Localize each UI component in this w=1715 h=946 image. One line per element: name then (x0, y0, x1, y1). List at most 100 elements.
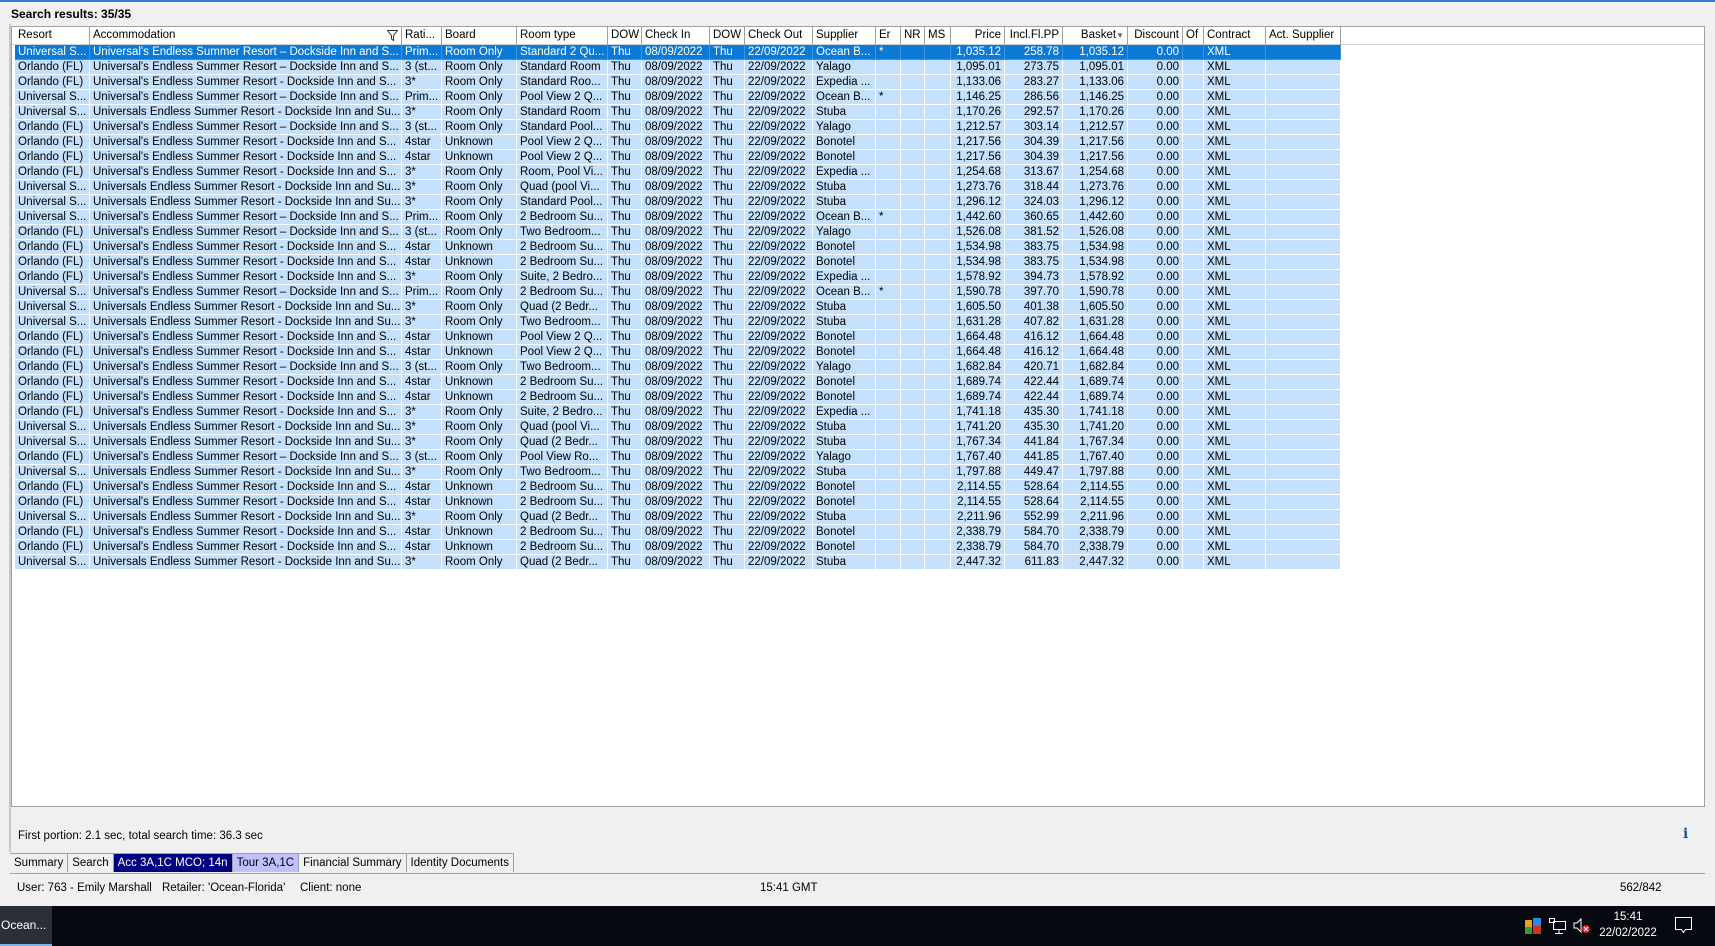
cell-check-in: 08/09/2022 (642, 255, 710, 270)
table-row[interactable]: Universal S... Universals Endless Summer … (12, 465, 1341, 480)
cell-of (1183, 165, 1204, 180)
cell-dow-out: Thu (710, 105, 745, 120)
table-row[interactable]: Orlando (FL) Universal's Endless Summer R… (12, 165, 1341, 180)
column-header-dow-out[interactable]: DOW (710, 27, 745, 45)
volume-muted-icon[interactable] (1573, 917, 1591, 937)
table-row[interactable]: Universal S... Universals Endless Summer … (12, 195, 1341, 210)
cell-basket: 1,442.60 (1063, 210, 1128, 225)
tab-identity-documents[interactable]: Identity Documents (406, 854, 514, 872)
tab-tour[interactable]: Tour 3A,1C (232, 854, 300, 872)
table-row[interactable]: Orlando (FL) Universal's Endless Summer R… (12, 240, 1341, 255)
cell-check-out: 22/09/2022 (745, 345, 813, 360)
cell-price: 1,682.84 (951, 360, 1005, 375)
table-row[interactable]: Orlando (FL) Universal's Endless Summer R… (12, 495, 1341, 510)
table-row[interactable]: Orlando (FL) Universal's Endless Summer R… (12, 330, 1341, 345)
cell-check-out: 22/09/2022 (745, 480, 813, 495)
taskbar-clock[interactable]: 15:41 22/02/2022 (1596, 909, 1660, 941)
table-row[interactable]: Universal S... Universals Endless Summer … (12, 435, 1341, 450)
column-header-er[interactable]: Er (876, 27, 901, 45)
cell-dow-in: Thu (608, 360, 642, 375)
column-header-check-in[interactable]: Check In (642, 27, 710, 45)
cell-basket: 1,689.74 (1063, 390, 1128, 405)
table-row[interactable]: Orlando (FL) Universal's Endless Summer R… (12, 405, 1341, 420)
table-row[interactable]: Universal S... Universal's Endless Summer… (12, 285, 1341, 300)
cell-nr (901, 465, 925, 480)
table-row[interactable]: Universal S... Universals Endless Summer … (12, 420, 1341, 435)
cell-of (1183, 540, 1204, 555)
table-row[interactable]: Orlando (FL) Universal's Endless Summer R… (12, 270, 1341, 285)
table-row[interactable]: Orlando (FL) Universal's Endless Summer R… (12, 360, 1341, 375)
table-row[interactable]: Universal S... Universals Endless Summer … (12, 555, 1341, 570)
cell-contract: XML (1204, 135, 1266, 150)
filter-icon[interactable] (386, 30, 399, 42)
table-row[interactable]: Orlando (FL) Universal's Endless Summer R… (12, 75, 1341, 90)
cell-discount: 0.00 (1128, 495, 1183, 510)
column-header-discount[interactable]: Discount (1128, 27, 1183, 45)
table-row[interactable]: Orlando (FL) Universal's Endless Summer R… (12, 60, 1341, 75)
table-row[interactable]: Orlando (FL) Universal's Endless Summer R… (12, 225, 1341, 240)
table-row[interactable]: Universal S... Universals Endless Summer … (12, 180, 1341, 195)
tab-search[interactable]: Search (68, 854, 114, 872)
cell-accommodation: Universals Endless Summer Resort - Docks… (90, 420, 402, 435)
table-row[interactable]: Universal S... Universal's Endless Summer… (12, 90, 1341, 105)
cell-contract: XML (1204, 90, 1266, 105)
column-header-board[interactable]: Board (442, 27, 517, 45)
column-header-room-type[interactable]: Room type (517, 27, 608, 45)
taskbar-app-button[interactable]: Ocean... (0, 906, 52, 946)
table-row[interactable]: Universal S... Universals Endless Summer … (12, 300, 1341, 315)
column-header-nr[interactable]: NR (901, 27, 925, 45)
table-row[interactable]: Orlando (FL) Universal's Endless Summer R… (12, 120, 1341, 135)
table-row[interactable]: Orlando (FL) Universal's Endless Summer R… (12, 375, 1341, 390)
antivirus-icon[interactable] (1525, 918, 1541, 937)
table-row[interactable]: Orlando (FL) Universal's Endless Summer R… (12, 390, 1341, 405)
column-header-of[interactable]: Of (1183, 27, 1204, 45)
column-header-basket[interactable]: Basket▼ (1063, 27, 1128, 45)
table-row[interactable]: Orlando (FL) Universal's Endless Summer R… (12, 480, 1341, 495)
table-row[interactable]: Orlando (FL) Universal's Endless Summer R… (12, 525, 1341, 540)
table-row[interactable]: Orlando (FL) Universal's Endless Summer R… (12, 450, 1341, 465)
cell-dow-out: Thu (710, 525, 745, 540)
table-row[interactable]: Universal S... Universals Endless Summer … (12, 510, 1341, 525)
column-header-accommodation[interactable]: Accommodation (90, 27, 402, 45)
table-row[interactable]: Orlando (FL) Universal's Endless Summer R… (12, 345, 1341, 360)
table-row[interactable]: Orlando (FL) Universal's Endless Summer R… (12, 150, 1341, 165)
cell-board: Room Only (442, 360, 517, 375)
table-row[interactable]: Orlando (FL) Universal's Endless Summer R… (12, 135, 1341, 150)
cell-incl-fl-pp: 324.03 (1005, 195, 1063, 210)
column-header-contract[interactable]: Contract (1204, 27, 1266, 45)
column-header-ms[interactable]: MS (925, 27, 951, 45)
table-row[interactable]: Orlando (FL) Universal's Endless Summer R… (12, 255, 1341, 270)
tab-financial-summary[interactable]: Financial Summary (299, 854, 407, 872)
table-row[interactable]: Universal S... Universals Endless Summer … (12, 315, 1341, 330)
column-header-check-out[interactable]: Check Out (745, 27, 813, 45)
cell-dow-out: Thu (710, 330, 745, 345)
info-icon[interactable]: i (1683, 826, 1688, 842)
network-icon[interactable] (1549, 918, 1567, 937)
cell-resort: Universal S... (15, 420, 90, 435)
column-header-incl-fl-pp[interactable]: Incl.Fl.PP (1005, 27, 1063, 45)
column-header-resort[interactable]: Resort (15, 27, 90, 45)
cell-act-supplier (1266, 390, 1341, 405)
column-header-label: Of (1186, 29, 1199, 41)
results-grid[interactable]: Resort Accommodation Rati... Board Room type… (11, 26, 1705, 807)
notifications-icon[interactable] (1675, 917, 1692, 937)
cell-act-supplier (1266, 270, 1341, 285)
table-row[interactable]: Orlando (FL) Universal's Endless Summer R… (12, 540, 1341, 555)
cell-of (1183, 75, 1204, 90)
table-row[interactable]: Universal S... Universal's Endless Summer… (12, 210, 1341, 225)
column-header-dow-in[interactable]: DOW (608, 27, 642, 45)
column-header-price[interactable]: Price (951, 27, 1005, 45)
column-header-rating[interactable]: Rati... (402, 27, 442, 45)
cell-dow-out: Thu (710, 405, 745, 420)
tab-accommodation[interactable]: Acc 3A,1C MCO; 14n (113, 854, 233, 872)
cell-contract: XML (1204, 555, 1266, 570)
table-row[interactable]: Universal S... Universals Endless Summer … (12, 105, 1341, 120)
cell-check-out: 22/09/2022 (745, 420, 813, 435)
column-header-supplier[interactable]: Supplier (813, 27, 876, 45)
column-header-act-supplier[interactable]: Act. Supplier (1266, 27, 1341, 45)
tab-summary[interactable]: Summary (10, 854, 69, 872)
cell-check-out: 22/09/2022 (745, 450, 813, 465)
table-row[interactable]: Universal S... Universal's Endless Summer… (12, 45, 1341, 60)
cell-board: Room Only (442, 225, 517, 240)
cell-supplier: Yalago (813, 360, 876, 375)
